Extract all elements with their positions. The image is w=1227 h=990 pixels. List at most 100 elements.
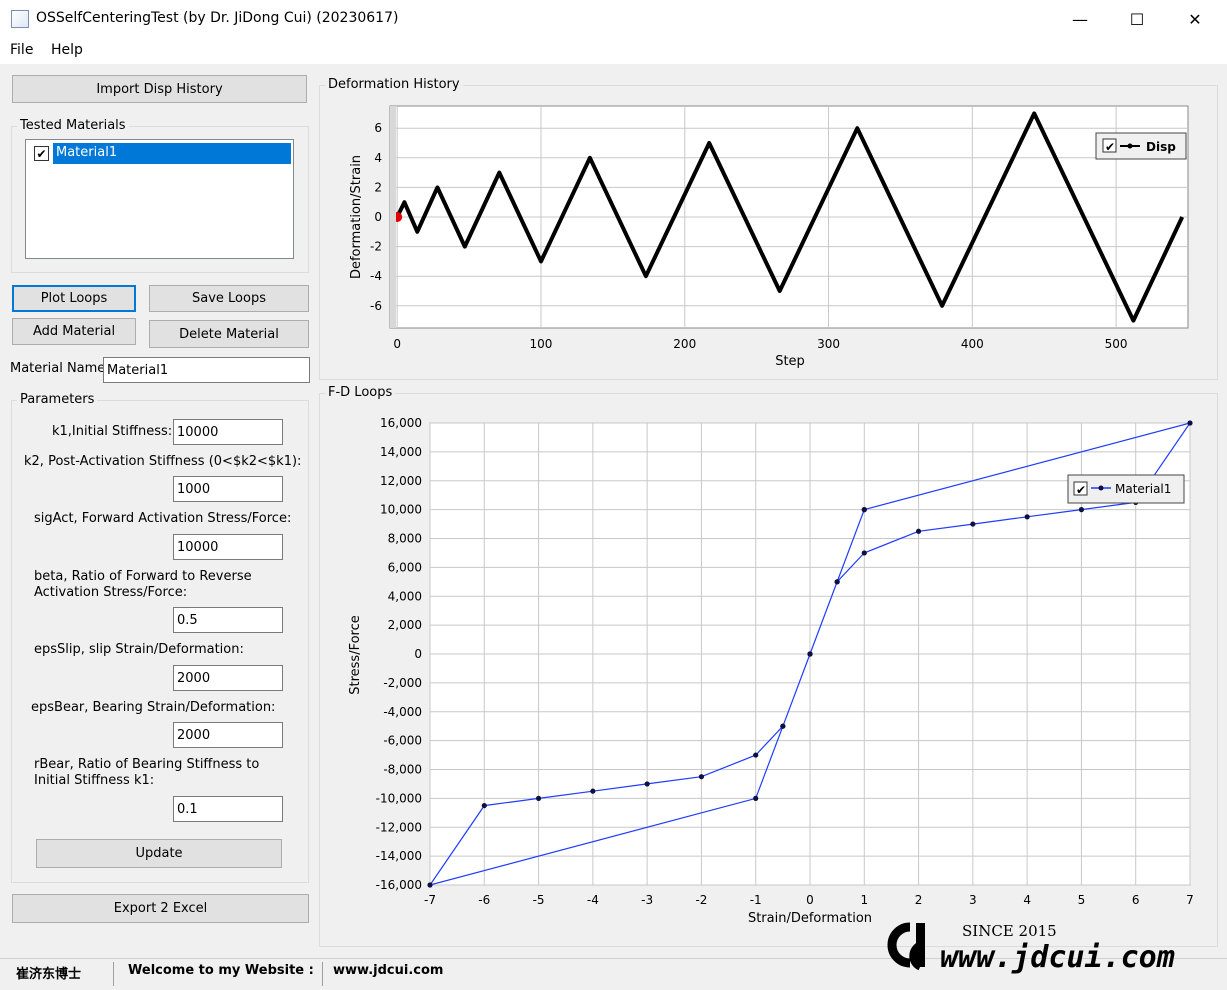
delete-material-button[interactable]: Delete Material: [149, 320, 309, 348]
fd-data-point: [427, 882, 433, 888]
k1-input[interactable]: 10000: [173, 419, 283, 445]
fd-data-point: [535, 795, 542, 801]
status-website-link[interactable]: www.jdcui.com: [333, 963, 443, 978]
jdcui-logo: SINCE 2015 www.jdcui.com: [887, 922, 1175, 975]
deformation-history-chart: -6 -4 -2 0 2 4 6 0 100 200 300 400 500 Step Deforma…: [349, 105, 1189, 369]
fd-data-point: [590, 788, 596, 794]
svg-text:✔: ✔: [1076, 483, 1086, 497]
disp-x-tick-label: 300: [817, 337, 840, 351]
disp-x-tick-label: 200: [673, 337, 696, 351]
epsslip-label: epsSlip, slip Strain/Deformation:: [34, 642, 244, 657]
minimize-button[interactable]: —: [1051, 0, 1109, 38]
parameters-label: Parameters: [17, 392, 98, 407]
fd-x-tick-label: 0: [806, 893, 814, 907]
disp-x-tick-label: 0: [393, 337, 401, 351]
epsbear-input[interactable]: 2000: [173, 722, 283, 748]
fd-data-point: [915, 528, 922, 534]
fd-data-point: [1078, 507, 1085, 513]
k2-input[interactable]: 1000: [173, 476, 283, 502]
logo-since-text: SINCE 2015: [962, 922, 1057, 940]
fd-y-tick-label: -8,000: [383, 763, 422, 777]
disp-legend: ✔ Disp: [1095, 132, 1187, 160]
sigact-label: sigAct, Forward Activation Stress/Force:: [34, 511, 292, 526]
update-button[interactable]: Update: [36, 839, 282, 868]
disp-x-axis-title: Step: [775, 354, 805, 369]
disp-x-tick-label: 400: [961, 337, 984, 351]
fd-x-tick-label: -7: [424, 893, 436, 907]
fd-x-tick-label: -4: [587, 893, 599, 907]
rbear-label-1: rBear, Ratio of Bearing Stiffness to: [34, 757, 260, 772]
status-divider: [322, 962, 323, 986]
fd-legend-label: Material1: [1115, 482, 1171, 496]
material-name-input[interactable]: Material1: [103, 357, 310, 383]
disp-y-ticks: -6 -4 -2 0 2 4 6: [370, 121, 382, 313]
material1-checkbox[interactable]: ✔: [34, 146, 49, 161]
rbear-input[interactable]: 0.1: [173, 796, 283, 822]
fd-data-point: [970, 521, 976, 527]
disp-x-tick-label: 100: [530, 337, 553, 351]
epsbear-label: epsBear, Bearing Strain/Deformation:: [31, 700, 276, 715]
app-icon: [11, 10, 29, 28]
tested-materials-label: Tested Materials: [17, 118, 129, 133]
status-divider: [113, 962, 114, 986]
epsslip-input[interactable]: 2000: [173, 665, 283, 691]
fd-y-tick-label: -14,000: [376, 849, 422, 863]
status-welcome: Welcome to my Website :: [128, 963, 314, 978]
fd-y-tick-label: 10,000: [380, 503, 422, 517]
fd-y-tick-label: 16,000: [380, 416, 422, 430]
fd-data-point: [861, 550, 867, 556]
k1-label: k1,Initial Stiffness:: [52, 424, 173, 439]
disp-y-tick-label: -2: [370, 240, 382, 254]
fd-y-tick-label: -2,000: [383, 676, 422, 690]
disp-y-tick-label: -6: [370, 299, 382, 313]
beta-label-2: Activation Stress/Force:: [34, 585, 188, 600]
add-material-button[interactable]: Add Material: [12, 318, 136, 345]
fd-x-tick-label: 6: [1132, 893, 1140, 907]
export-excel-button[interactable]: Export 2 Excel: [12, 894, 309, 923]
list-item-material1[interactable]: Material1: [53, 143, 291, 164]
fd-x-tick-label: 2: [915, 893, 923, 907]
fd-x-tick-label: -6: [478, 893, 490, 907]
fd-data-point: [861, 507, 867, 513]
fd-x-tick-label: 5: [1078, 893, 1086, 907]
fd-y-tick-label: 0: [414, 647, 422, 661]
rbear-label-2: Initial Stiffness k1:: [34, 773, 155, 788]
window-title: OSSelfCenteringTest (by Dr. JiDong Cui) …: [36, 10, 399, 26]
fd-y-tick-label: -16,000: [376, 878, 422, 892]
fd-y-tick-label: 4,000: [388, 589, 422, 603]
fd-data-point: [481, 802, 487, 809]
disp-y-tick-label: 0: [374, 210, 382, 224]
fd-data-point: [834, 579, 840, 585]
fd-data-point: [698, 774, 705, 780]
close-button[interactable]: ✕: [1166, 0, 1224, 38]
disp-x-ticks: 0 100 200 300 400 500: [393, 337, 1127, 351]
save-loops-button[interactable]: Save Loops: [149, 285, 309, 312]
disp-y-tick-label: 4: [374, 151, 382, 165]
import-disp-history-button[interactable]: Import Disp History: [12, 75, 307, 103]
status-author-name: 崔济东博士: [16, 967, 82, 982]
fd-data-point: [644, 781, 650, 787]
fd-y-tick-label: -10,000: [376, 791, 422, 805]
sigact-input[interactable]: 10000: [173, 534, 283, 560]
fd-data-point: [753, 795, 759, 801]
disp-y-tick-label: -4: [370, 269, 382, 283]
menu-file[interactable]: File: [10, 42, 33, 58]
fd-y-tick-label: 8,000: [388, 532, 422, 546]
k2-label: k2, Post-Activation Stiffness (0<$k2<$k1…: [24, 454, 302, 469]
beta-input[interactable]: 0.5: [173, 607, 283, 633]
disp-y-tick-label: 6: [374, 121, 382, 135]
fd-y-tick-label: -12,000: [376, 820, 422, 834]
menu-help[interactable]: Help: [51, 42, 83, 58]
fd-y-tick-label: 6,000: [388, 560, 422, 574]
disp-y-tick-label: 2: [374, 180, 382, 194]
disp-x-tick-label: 500: [1105, 337, 1128, 351]
menu-bar: [0, 38, 1227, 64]
beta-label-1: beta, Ratio of Forward to Reverse: [34, 569, 252, 584]
svg-text:✔: ✔: [1105, 140, 1115, 154]
fd-x-tick-label: -3: [641, 893, 653, 907]
plot-loops-button[interactable]: Plot Loops: [12, 285, 136, 312]
disp-y-axis-title: Deformation/Strain: [349, 155, 364, 279]
fd-x-axis-title: Strain/Deformation: [748, 911, 872, 926]
fd-x-tick-label: -2: [695, 893, 707, 907]
maximize-button[interactable]: ☐: [1108, 0, 1166, 38]
